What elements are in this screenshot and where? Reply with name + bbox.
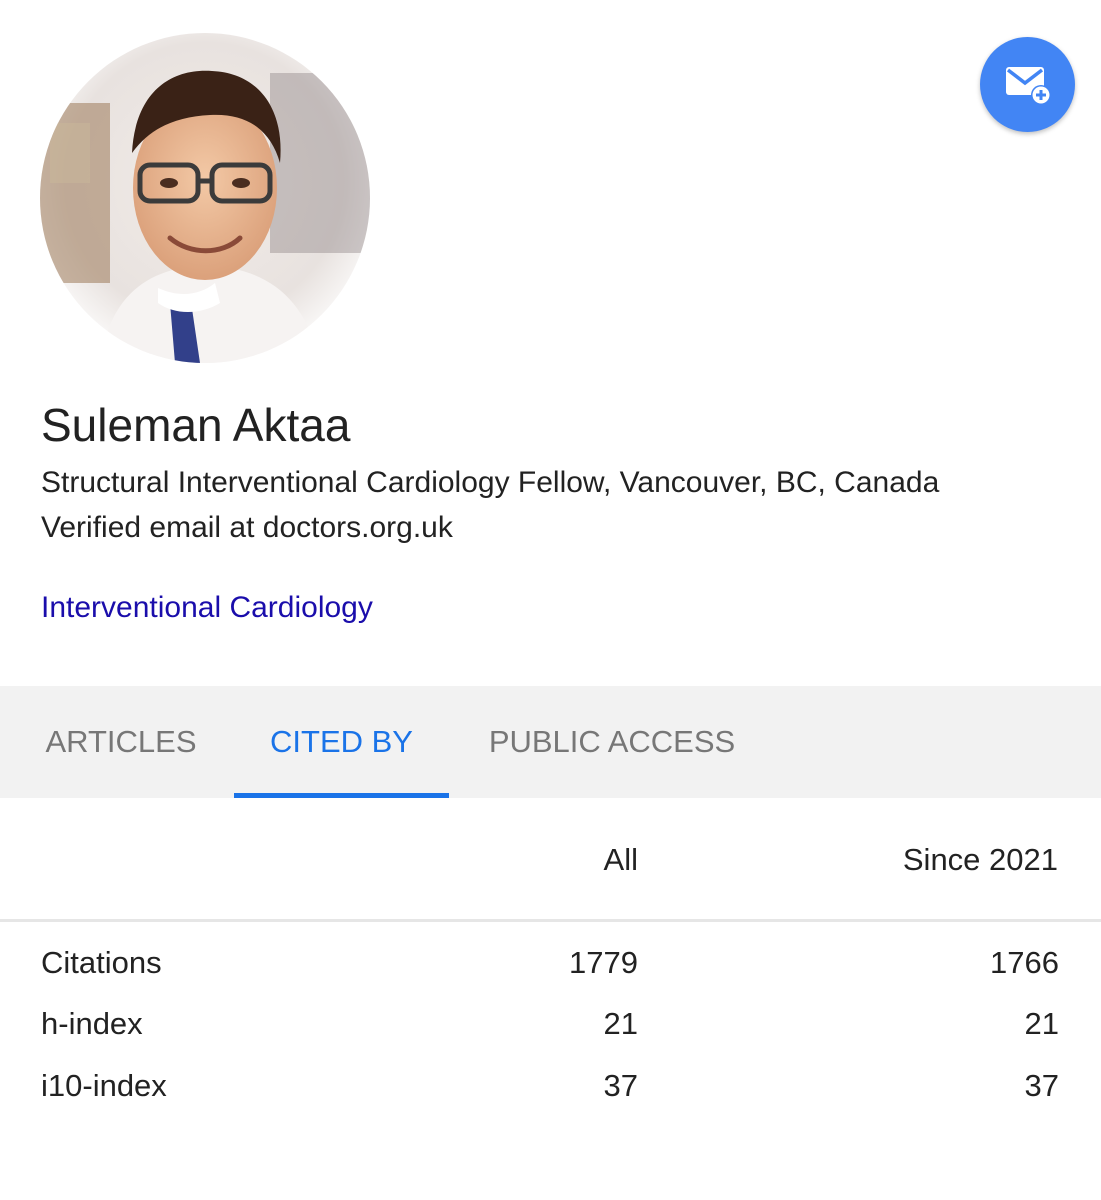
column-header-all: All xyxy=(603,842,638,877)
verified-email: Verified email at doctors.org.uk xyxy=(41,511,453,544)
stat-value-since: 21 xyxy=(1024,1006,1059,1041)
stat-value-all: 1779 xyxy=(569,945,638,980)
stat-row-h-index: h-index 21 21 xyxy=(0,1006,1101,1056)
stat-value-all: 21 xyxy=(603,1006,638,1041)
stat-row-citations: Citations 1779 1766 xyxy=(0,945,1101,995)
email-add-icon xyxy=(1005,66,1051,105)
profile-name: Suleman Aktaa xyxy=(41,399,351,451)
stat-value-since: 37 xyxy=(1024,1068,1059,1103)
tab-articles[interactable]: ARTICLES xyxy=(0,686,242,798)
stats-divider xyxy=(0,919,1101,922)
profile-tab-bar: ARTICLES CITED BY PUBLIC ACCESS xyxy=(0,686,1101,798)
stat-value-all: 37 xyxy=(603,1068,638,1103)
person-photo-icon xyxy=(40,33,370,363)
profile-photo xyxy=(40,33,370,363)
tab-public-access[interactable]: PUBLIC ACCESS xyxy=(449,686,775,798)
profile-affiliation: Structural Interventional Cardiology Fel… xyxy=(41,466,940,499)
column-header-since: Since 2021 xyxy=(902,842,1058,877)
stat-row-i10-index: i10-index 37 37 xyxy=(0,1068,1101,1118)
interest-link[interactable]: Interventional Cardiology xyxy=(41,591,373,625)
stat-value-since: 1766 xyxy=(990,945,1059,980)
tab-cited-by[interactable]: CITED BY xyxy=(234,686,449,798)
follow-email-button[interactable] xyxy=(980,37,1075,132)
active-tab-indicator xyxy=(234,793,449,798)
stat-label: h-index xyxy=(41,1006,143,1041)
stat-label: Citations xyxy=(41,945,162,980)
stat-label: i10-index xyxy=(41,1068,167,1103)
